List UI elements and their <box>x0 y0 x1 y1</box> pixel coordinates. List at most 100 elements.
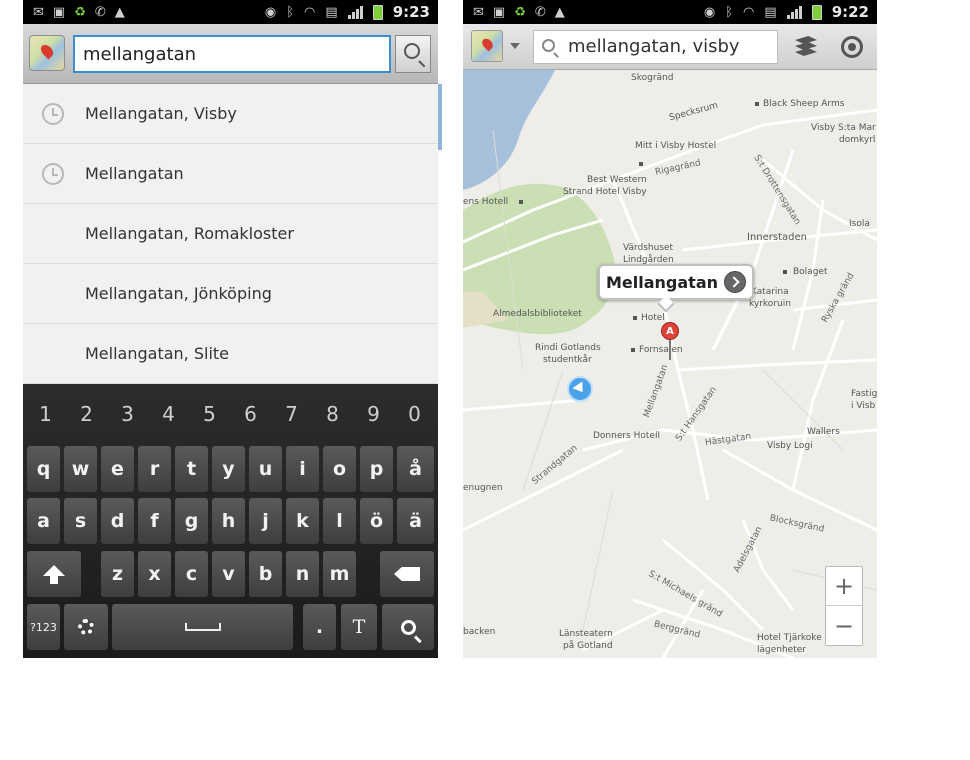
zoom-in-button[interactable]: + <box>826 567 862 606</box>
search-bar <box>23 24 438 84</box>
key-h[interactable]: h <box>212 498 245 544</box>
key-8[interactable]: 8 <box>314 394 351 434</box>
poi-marker <box>633 316 637 320</box>
key-v[interactable]: v <box>212 551 245 597</box>
suggestion-item[interactable]: Mellangatan, Romakloster <box>23 204 438 264</box>
key-1[interactable]: 1 <box>27 394 64 434</box>
zoom-out-button[interactable]: − <box>826 606 862 645</box>
backspace-icon <box>394 567 420 581</box>
chevron-down-icon[interactable] <box>510 43 520 49</box>
warning-icon: ▲ <box>114 4 125 20</box>
soft-keyboard: 1 2 3 4 5 6 7 8 9 0 q w e r t y u i o p … <box>23 384 438 658</box>
key-2[interactable]: 2 <box>68 394 105 434</box>
key-f[interactable]: f <box>138 498 171 544</box>
key-e[interactable]: e <box>101 446 134 492</box>
key-u[interactable]: u <box>249 446 282 492</box>
backspace-key[interactable] <box>380 551 434 597</box>
chevron-right-icon[interactable] <box>724 271 747 293</box>
key-4[interactable]: 4 <box>150 394 187 434</box>
suggestion-list: Mellangatan, Visby Mellangatan Mellangat… <box>23 84 438 384</box>
key-3[interactable]: 3 <box>109 394 146 434</box>
key-d[interactable]: d <box>101 498 134 544</box>
key-b[interactable]: b <box>249 551 282 597</box>
period-key[interactable]: . <box>303 604 336 650</box>
map-search-box[interactable]: mellangatan, visby <box>533 30 778 64</box>
key-r[interactable]: r <box>138 446 171 492</box>
maps-app-icon[interactable] <box>471 30 503 62</box>
key-a[interactable]: a <box>27 498 60 544</box>
search-icon <box>404 43 420 59</box>
key-z[interactable]: z <box>101 551 134 597</box>
key-k[interactable]: k <box>286 498 319 544</box>
key-l[interactable]: l <box>323 498 356 544</box>
callout-title: Mellangatan <box>606 272 719 292</box>
map-label: på Gotland <box>563 641 613 651</box>
map-label: lägenheter <box>757 645 806 655</box>
shift-key[interactable] <box>27 551 81 597</box>
map-label: Mitt i Visby Hostel <box>635 141 717 151</box>
key-c[interactable]: c <box>175 551 208 597</box>
key-x[interactable]: x <box>138 551 171 597</box>
wifi-icon: ◠ <box>304 4 316 20</box>
key-5[interactable]: 5 <box>191 394 228 434</box>
space-key[interactable] <box>112 604 293 650</box>
key-n[interactable]: n <box>286 551 319 597</box>
key-a-umlaut[interactable]: ä <box>397 498 434 544</box>
key-o-umlaut[interactable]: ö <box>360 498 393 544</box>
suggestion-item[interactable]: Mellangatan <box>23 144 438 204</box>
poi-marker <box>755 102 759 106</box>
suggestion-item[interactable]: Mellangatan, Slite <box>23 324 438 384</box>
suggestion-item[interactable]: Mellangatan, Jönköping <box>23 264 438 324</box>
map-view[interactable]: Skogränd Specksrum Black Sheep Arms Visb… <box>463 70 877 658</box>
gps-icon: ◉ <box>264 4 277 20</box>
key-s[interactable]: s <box>64 498 97 544</box>
district-label: Innerstaden <box>747 232 807 243</box>
search-key[interactable] <box>382 604 434 650</box>
map-label: Skogränd <box>631 73 674 83</box>
map-label: Länsteatern <box>559 629 613 639</box>
key-y[interactable]: y <box>212 446 245 492</box>
suggestion-item[interactable]: Mellangatan, Visby <box>23 84 438 144</box>
key-a-ring[interactable]: å <box>397 446 434 492</box>
scroll-edge <box>438 84 442 150</box>
key-w[interactable]: w <box>64 446 97 492</box>
key-p[interactable]: p <box>360 446 393 492</box>
settings-key[interactable] <box>64 604 108 650</box>
map-pin-marker[interactable]: A <box>661 322 679 340</box>
map-label: studentkår <box>543 355 592 365</box>
search-input[interactable] <box>73 35 391 73</box>
my-location-button[interactable] <box>841 36 863 58</box>
space-bar-icon <box>184 623 221 631</box>
bluetooth-icon: ᛒ <box>286 4 295 20</box>
search-button[interactable] <box>395 35 431 73</box>
place-callout[interactable]: Mellangatan <box>598 264 755 313</box>
map-label: Fastig <box>851 389 877 399</box>
suggestion-label: Mellangatan, Slite <box>85 344 229 363</box>
key-9[interactable]: 9 <box>355 394 392 434</box>
layers-button[interactable] <box>793 36 819 56</box>
key-t[interactable]: t <box>175 446 208 492</box>
history-clock-icon <box>42 103 64 125</box>
symbols-key[interactable]: ?123 <box>27 604 60 650</box>
map-label: Hotel Tjärkoke <box>757 633 822 643</box>
key-6[interactable]: 6 <box>232 394 269 434</box>
text-style-key[interactable]: T <box>341 604 377 650</box>
key-m[interactable]: m <box>323 551 356 597</box>
maps-app-icon[interactable] <box>29 35 65 71</box>
search-icon <box>400 619 416 635</box>
map-toolbar: mellangatan, visby <box>463 24 877 70</box>
shift-arrow-icon <box>43 564 65 584</box>
key-q[interactable]: q <box>27 446 60 492</box>
key-i[interactable]: i <box>286 446 319 492</box>
key-g[interactable]: g <box>175 498 208 544</box>
status-bar: ✉ ▣ ♻ ✆ ▲ ◉ ᛒ ◠ ▤ 9:23 <box>23 0 438 24</box>
key-7[interactable]: 7 <box>273 394 310 434</box>
poi-marker <box>631 348 635 352</box>
key-j[interactable]: j <box>249 498 282 544</box>
key-o[interactable]: o <box>323 446 356 492</box>
wifi-icon: ◠ <box>743 4 755 20</box>
key-0[interactable]: 0 <box>396 394 433 434</box>
map-pin-stem <box>669 340 671 360</box>
call-icon: ✆ <box>94 4 106 20</box>
map-label: Strand Hotel Visby <box>563 187 647 197</box>
